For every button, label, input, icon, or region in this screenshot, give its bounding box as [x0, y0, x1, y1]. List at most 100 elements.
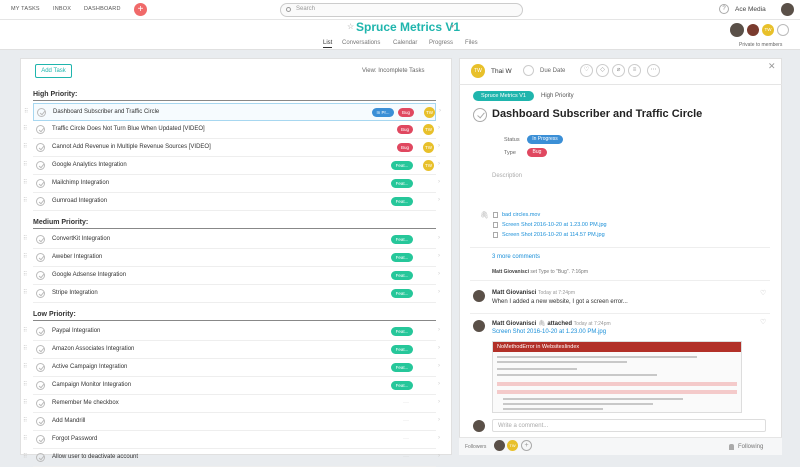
- project-title[interactable]: Spruce Metrics V1: [356, 20, 460, 34]
- add-follower-icon[interactable]: +: [521, 440, 532, 451]
- following-toggle[interactable]: Following: [738, 444, 763, 450]
- star-icon[interactable]: ☆: [347, 22, 354, 31]
- chevron-right-icon[interactable]: ›: [438, 453, 440, 459]
- task-checkbox[interactable]: [36, 125, 45, 134]
- chevron-right-icon[interactable]: ›: [438, 435, 440, 441]
- drag-handle-icon[interactable]: ⠿: [23, 327, 27, 334]
- task-checkbox[interactable]: [36, 327, 45, 336]
- attachment-link[interactable]: bad circles.mov: [502, 212, 540, 218]
- add-task-button[interactable]: Add Task: [35, 64, 72, 78]
- drag-handle-icon[interactable]: ⠿: [23, 143, 27, 150]
- task-name[interactable]: Traffic Circle Does Not Turn Blue When U…: [52, 126, 205, 132]
- task-checkbox[interactable]: [36, 253, 45, 262]
- tag-badge[interactable]: Feat...: [391, 345, 413, 354]
- more-comments-link[interactable]: 3 more comments: [492, 254, 540, 260]
- description-field[interactable]: Description: [492, 173, 522, 179]
- drag-handle-icon[interactable]: ⠿: [23, 435, 27, 442]
- task-name[interactable]: Google Adsense Integration: [52, 272, 126, 278]
- attachment-link[interactable]: Screen Shot 2016-10-20 at 114.57 PM.jpg: [502, 232, 605, 238]
- member-avatar[interactable]: [747, 24, 759, 36]
- task-name[interactable]: Dashboard Subscriber and Traffic Circle: [53, 109, 159, 115]
- task-name[interactable]: Gumroad Integration: [52, 198, 107, 204]
- status-value[interactable]: In Progress: [527, 135, 563, 144]
- task-row[interactable]: ⠿ Forgot Password ··· ›: [23, 431, 440, 449]
- project-pill[interactable]: Spruce Metrics V1: [473, 91, 534, 101]
- task-checkbox[interactable]: [36, 235, 45, 244]
- tag-badge[interactable]: Feat...: [391, 289, 413, 298]
- calendar-icon[interactable]: [523, 65, 534, 76]
- task-row[interactable]: ⠿Active Campaign Integration···Feat...›: [23, 359, 440, 377]
- task-row[interactable]: ⠿ Traffic Circle Does Not Turn Blue When …: [23, 121, 440, 139]
- nav-inbox[interactable]: INBOX: [53, 6, 71, 12]
- task-checkbox[interactable]: [37, 108, 46, 117]
- view-filter-dropdown[interactable]: View: Incomplete Tasks: [362, 68, 424, 74]
- tag-badge[interactable]: Feat...: [391, 161, 413, 170]
- task-row[interactable]: ⠿Amazon Associates Integration···Feat...…: [23, 341, 440, 359]
- priority-section[interactable]: High Priority: [541, 93, 574, 99]
- task-row[interactable]: ⠿ConvertKit Integration···Feat...›: [23, 231, 440, 249]
- task-checkbox[interactable]: [36, 271, 45, 280]
- task-checkbox[interactable]: [36, 399, 45, 408]
- help-icon[interactable]: ?: [719, 4, 729, 14]
- task-row[interactable]: ⠿ Cannot Add Revenue in Multiple Revenue …: [23, 139, 440, 157]
- attachment-preview[interactable]: NoMethodError in WebsitesIindex: [492, 341, 742, 413]
- task-row[interactable]: ⠿Stripe Integration···Feat...›: [23, 285, 440, 303]
- task-row[interactable]: ⠿Aweber Integration···Feat...›: [23, 249, 440, 267]
- task-checkbox[interactable]: [36, 179, 45, 188]
- tag-badge[interactable]: Bug: [397, 143, 413, 152]
- attachment-link[interactable]: Screen Shot 2016-10-20 at 1.23.00 PM.jpg: [502, 222, 607, 228]
- chevron-right-icon[interactable]: ›: [438, 253, 440, 259]
- chevron-right-icon[interactable]: ›: [438, 271, 440, 277]
- assignee-avatar[interactable]: TW: [471, 64, 485, 78]
- chevron-right-icon[interactable]: ›: [438, 381, 440, 387]
- attachment-link[interactable]: Screen Shot 2016-10-20 at 1.23.00 PM.jpg: [492, 329, 606, 335]
- assignee-avatar[interactable]: TW: [424, 107, 435, 118]
- task-name[interactable]: Amazon Associates Integration: [52, 346, 134, 352]
- section-header[interactable]: Low Priority:: [33, 311, 76, 318]
- tag-badge[interactable]: Feat...: [391, 253, 413, 262]
- drag-handle-icon[interactable]: ⠿: [23, 253, 27, 260]
- task-row[interactable]: ⠿ Add Mandrill ··· ›: [23, 413, 440, 431]
- drag-handle-icon[interactable]: ⠿: [23, 345, 27, 352]
- close-icon[interactable]: ✕: [768, 61, 776, 72]
- subtask-icon[interactable]: ≡: [628, 64, 641, 77]
- tag-icon[interactable]: ◇: [596, 64, 609, 77]
- tag-badge[interactable]: Bug: [398, 108, 414, 117]
- tag-badge[interactable]: Feat...: [391, 381, 413, 390]
- chevron-right-icon[interactable]: ›: [438, 399, 440, 405]
- chevron-right-icon[interactable]: ›: [438, 345, 440, 351]
- chevron-right-icon[interactable]: ›: [438, 197, 440, 203]
- task-name[interactable]: Active Campaign Integration: [52, 364, 127, 370]
- assignee-avatar[interactable]: TW: [423, 142, 434, 153]
- task-checkbox[interactable]: [36, 417, 45, 426]
- search-input[interactable]: Search: [280, 3, 523, 17]
- plus-icon[interactable]: +: [134, 3, 147, 16]
- task-row[interactable]: ⠿Campaign Monitor Integration···Feat...›: [23, 377, 440, 395]
- tab-calendar[interactable]: Calendar: [393, 40, 417, 46]
- drag-handle-icon[interactable]: ⠿: [23, 289, 27, 296]
- tag-badge[interactable]: In Pr...: [372, 108, 394, 117]
- task-checkbox[interactable]: [36, 435, 45, 444]
- privacy-label[interactable]: Private to members: [739, 42, 782, 48]
- task-name[interactable]: Paypal Integration: [52, 328, 100, 334]
- task-name[interactable]: Add Mandrill: [52, 418, 85, 424]
- drag-handle-icon[interactable]: ⠿: [24, 108, 28, 115]
- drag-handle-icon[interactable]: ⠿: [23, 179, 27, 186]
- task-checkbox[interactable]: [36, 363, 45, 372]
- assignee-avatar[interactable]: TW: [423, 124, 434, 135]
- task-checkbox[interactable]: [36, 453, 45, 462]
- complete-checkbox[interactable]: [473, 108, 487, 122]
- tag-badge[interactable]: Bug: [397, 125, 413, 134]
- chevron-right-icon[interactable]: ›: [438, 179, 440, 185]
- section-header[interactable]: Medium Priority:: [33, 219, 88, 226]
- more-icon[interactable]: ···: [403, 436, 409, 442]
- chevron-right-icon[interactable]: ›: [438, 363, 440, 369]
- task-row[interactable]: ⠿Paypal Integration···Feat...›: [23, 323, 440, 341]
- assignee-avatar[interactable]: TW: [423, 160, 434, 171]
- drag-handle-icon[interactable]: ⠿: [23, 381, 27, 388]
- follower-avatar[interactable]: [494, 440, 505, 451]
- drag-handle-icon[interactable]: ⠿: [23, 235, 27, 242]
- task-checkbox[interactable]: [36, 381, 45, 390]
- heart-icon[interactable]: ♡: [580, 64, 593, 77]
- comment-input[interactable]: Write a comment...: [492, 419, 766, 432]
